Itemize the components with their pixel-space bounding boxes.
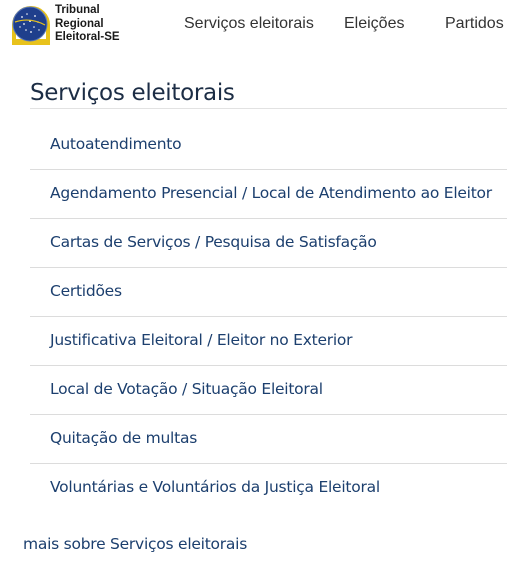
more-services-link[interactable]: mais sobre Serviços eleitorais: [23, 534, 247, 554]
list-item: Certidões: [30, 268, 507, 317]
list-item: Cartas de Serviços / Pesquisa de Satisfa…: [30, 219, 507, 268]
site-header: Tribunal Regional Eleitoral-SE Serviços …: [0, 0, 521, 52]
link-autoatendimento[interactable]: Autoatendimento: [50, 134, 182, 154]
link-voluntarios[interactable]: Voluntárias e Voluntários da Justiça Ele…: [50, 477, 380, 497]
list-item: Voluntárias e Voluntários da Justiça Ele…: [30, 464, 507, 512]
link-local-de-votacao[interactable]: Local de Votação / Situação Eleitoral: [50, 379, 323, 399]
list-item: Local de Votação / Situação Eleitoral: [30, 366, 507, 415]
nav-servicos-eleitorais[interactable]: Serviços eleitorais: [184, 14, 314, 34]
main-nav: Serviços eleitorais Eleições Partidos: [0, 14, 521, 34]
link-cartas-de-servicos[interactable]: Cartas de Serviços / Pesquisa de Satisfa…: [50, 232, 377, 252]
link-quitacao-de-multas[interactable]: Quitação de multas: [50, 428, 197, 448]
services-list: Autoatendimento Agendamento Presencial /…: [30, 121, 507, 512]
list-item: Autoatendimento: [30, 121, 507, 170]
link-justificativa-eleitoral[interactable]: Justificativa Eleitoral / Eleitor no Ext…: [50, 330, 353, 350]
link-certidoes[interactable]: Certidões: [50, 281, 122, 301]
list-item: Quitação de multas: [30, 415, 507, 464]
link-agendamento-presencial[interactable]: Agendamento Presencial / Local de Atendi…: [50, 183, 492, 203]
nav-eleicoes[interactable]: Eleições: [344, 14, 404, 34]
nav-partidos[interactable]: Partidos: [445, 14, 504, 34]
title-divider: [30, 108, 507, 109]
section-title: Serviços eleitorais: [30, 80, 235, 106]
list-item: Justificativa Eleitoral / Eleitor no Ext…: [30, 317, 507, 366]
list-item: Agendamento Presencial / Local de Atendi…: [30, 170, 507, 219]
